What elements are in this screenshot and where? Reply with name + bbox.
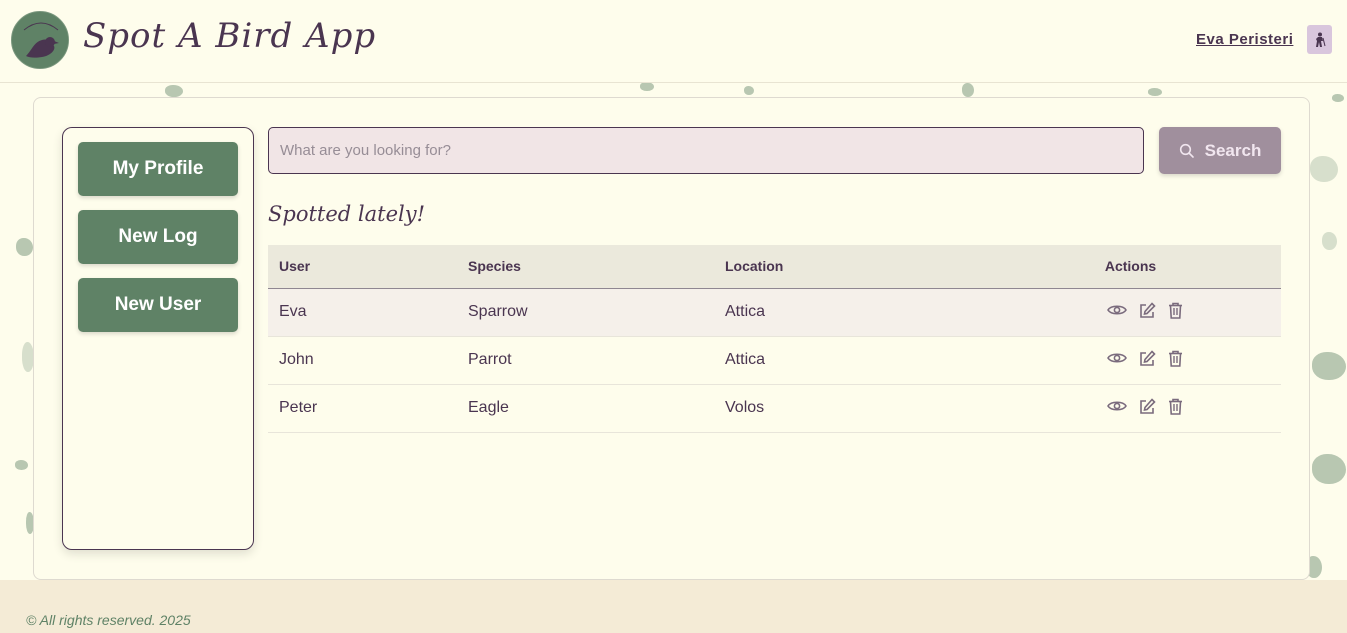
cell-user: Eva [279, 303, 307, 320]
cell-species: Eagle [468, 399, 509, 416]
column-header-actions: Actions [1104, 258, 1157, 275]
new-log-button[interactable]: New Log [78, 210, 238, 264]
decor-leaf [1322, 232, 1337, 250]
decor-leaf [962, 83, 974, 97]
decor-leaf [165, 85, 183, 97]
hiker-icon [1315, 32, 1325, 47]
decor-leaf [15, 460, 28, 470]
decor-leaf [1312, 454, 1346, 484]
decor-leaf [16, 238, 33, 256]
search-button-label: Search [1204, 140, 1262, 160]
edit-icon[interactable] [1139, 350, 1156, 367]
decor-leaf [640, 82, 654, 91]
my-profile-button[interactable]: My Profile [78, 142, 238, 196]
sightings-table: User Species Location Actions Eva Sparro… [268, 245, 1281, 433]
decor-leaf [744, 86, 754, 95]
decor-leaf [1312, 352, 1346, 380]
cell-location: Attica [725, 351, 766, 368]
page-footer: © All rights reserved. 2025 [0, 580, 1347, 633]
app-title: Spot A Bird App [83, 16, 377, 56]
new-user-button[interactable]: New User [78, 278, 238, 332]
search-button[interactable]: Search [1159, 127, 1281, 174]
trash-icon[interactable] [1168, 302, 1183, 319]
table-row[interactable]: Eva Sparrow Attica [268, 288, 1281, 336]
column-header-location[interactable]: Location [714, 245, 969, 288]
cell-actions [969, 336, 1281, 384]
table-header-row: User Species Location Actions [268, 245, 1281, 288]
decor-leaf [1332, 94, 1344, 102]
trash-icon[interactable] [1168, 398, 1183, 415]
column-header-species[interactable]: Species [457, 245, 714, 288]
copyright-text: © All rights reserved. 2025 [26, 612, 191, 628]
cell-species: Parrot [468, 351, 512, 368]
decor-leaf [1148, 88, 1162, 96]
app-header: Spot A Bird App Eva Peristeri [0, 0, 1347, 83]
cell-location: Attica [725, 303, 766, 320]
edit-icon[interactable] [1139, 302, 1156, 319]
cell-species: Sparrow [468, 303, 528, 320]
cell-actions [969, 288, 1281, 336]
eye-icon[interactable] [1106, 351, 1127, 365]
trash-icon[interactable] [1168, 350, 1183, 367]
section-title: Spotted lately! [268, 202, 426, 226]
user-profile-link[interactable]: Eva Peristeri [1196, 31, 1293, 48]
search-icon [1179, 143, 1194, 158]
table-row[interactable]: John Parrot Attica [268, 336, 1281, 384]
table-row[interactable]: Peter Eagle Volos [268, 384, 1281, 432]
bird-logo-icon [13, 13, 68, 68]
cell-user: Peter [279, 399, 318, 416]
cell-actions [969, 384, 1281, 432]
eye-icon[interactable] [1106, 399, 1127, 413]
cell-user: John [279, 351, 314, 368]
user-avatar-button[interactable] [1307, 25, 1332, 54]
cell-location: Volos [725, 399, 765, 416]
eye-icon[interactable] [1106, 303, 1127, 317]
edit-icon[interactable] [1139, 398, 1156, 415]
decor-leaf [1310, 156, 1338, 182]
column-header-user[interactable]: User [268, 245, 457, 288]
app-logo[interactable] [11, 11, 69, 69]
search-input[interactable] [268, 127, 1144, 174]
